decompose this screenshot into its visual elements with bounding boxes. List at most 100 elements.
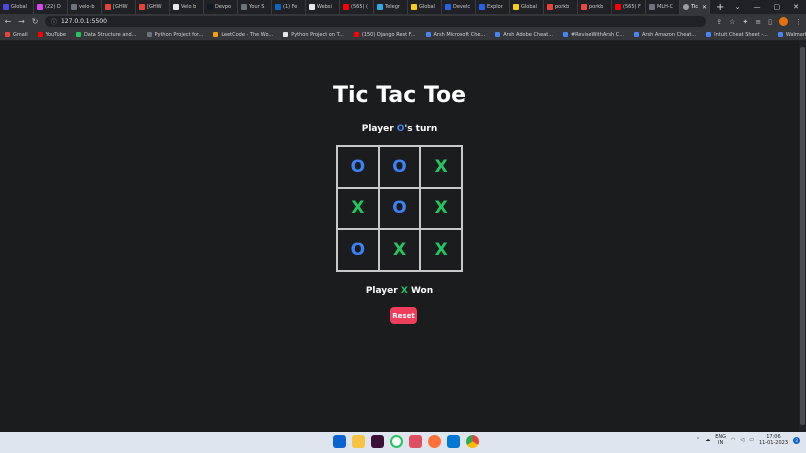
browser-tab[interactable]: Explor [476, 0, 510, 14]
browser-tab[interactable]: Websi [306, 0, 340, 14]
wifi-icon[interactable]: ◠ [731, 437, 735, 443]
tab-favicon-icon [513, 4, 519, 10]
browser-tab[interactable]: Global [510, 0, 544, 14]
bookmark-star-icon[interactable]: ☆ [729, 18, 735, 26]
scrollbar[interactable] [799, 41, 806, 432]
bookmark-item[interactable]: Arsh Microsoft Che... [425, 32, 485, 38]
tab-favicon-icon [3, 4, 9, 10]
chrome-icon[interactable] [466, 435, 479, 448]
bookmark-item[interactable]: Intuit Cheat Sheet -... [706, 32, 768, 38]
bookmark-item[interactable]: Arsh Amazon Cheat... [633, 31, 697, 38]
battery-icon[interactable]: ▭ [749, 437, 754, 443]
result-message: Player X Won [0, 286, 799, 296]
browser-tab[interactable]: MLH-C [646, 0, 680, 14]
bookmark-item[interactable]: Python Project on T... [283, 32, 344, 38]
bookmarks-bar: Gmail YouTube Data Structure and... Python … [0, 29, 806, 41]
forward-icon[interactable]: → [18, 17, 26, 26]
browser-tab[interactable]: [GHW [102, 0, 136, 14]
browser-tab[interactable]: Velo b [170, 0, 204, 14]
minimize-button[interactable]: — [754, 3, 761, 11]
bookmark-item[interactable]: Python Project for... [146, 32, 203, 38]
scrollbar-thumb[interactable] [800, 47, 805, 425]
board-cell[interactable]: X [420, 187, 462, 230]
browser-tab[interactable]: Global [0, 0, 34, 14]
onedrive-icon[interactable]: ☁ [705, 437, 710, 443]
browser-tab[interactable]: Global [408, 0, 442, 14]
tab-label: (1) Fe [283, 4, 298, 10]
bookmark-label: Arsh Amazon Cheat... [641, 31, 697, 38]
board-cell[interactable]: O [378, 146, 421, 188]
bookmark-item[interactable]: LeetCode - The Wo... [213, 32, 273, 38]
result-prefix: Player [365, 286, 401, 296]
reload-icon[interactable]: ↻ [31, 17, 39, 26]
tab-label: Telegr [385, 4, 400, 10]
browser-tab[interactable]: Devpo [204, 0, 238, 14]
tray-chevron-icon[interactable]: ⌃ [696, 437, 700, 443]
start-icon[interactable] [333, 435, 346, 448]
board-cell[interactable]: X [337, 187, 379, 230]
tab-close-icon[interactable]: ✕ [702, 4, 707, 11]
browser-tab[interactable]: velo-b [68, 0, 102, 14]
maximize-button[interactable]: ▢ [774, 3, 781, 11]
board-cell[interactable]: O [337, 229, 379, 271]
bookmark-label: Python Project on T... [291, 31, 344, 38]
tab-favicon-icon [139, 4, 145, 10]
reset-button[interactable]: Reset [390, 307, 417, 324]
extensions-icon[interactable]: ✦ [742, 18, 748, 26]
tab-favicon-icon [71, 4, 77, 10]
address-bar[interactable]: ⓘ 127.0.0.1:5500 [44, 16, 707, 27]
tab-search-icon[interactable]: ⌄ [735, 3, 741, 11]
notification-badge[interactable]: 3 [793, 436, 800, 444]
browser-tab[interactable]: [GHW [136, 0, 170, 14]
bookmark-favicon-icon [146, 32, 152, 37]
bookmark-item[interactable]: Data Structure and... [75, 32, 137, 38]
close-window-button[interactable]: ✕ [793, 3, 799, 11]
reading-list-icon[interactable]: ≡ [755, 18, 761, 26]
new-tab-button[interactable]: + [710, 2, 730, 13]
board-cell[interactable]: O [337, 146, 379, 188]
bookmark-label: YouTube [45, 31, 66, 38]
board-cell[interactable]: X [420, 229, 462, 271]
volume-icon[interactable]: ◁ [740, 437, 744, 443]
browser-tab[interactable]: Develc [442, 0, 476, 14]
bookmark-favicon-icon [706, 32, 712, 37]
language-indicator[interactable]: ENG IN [715, 434, 726, 446]
browser-tab[interactable]: Your S [238, 0, 272, 14]
snipping-tool-icon[interactable] [409, 435, 422, 448]
firefox-icon[interactable] [428, 435, 441, 448]
terminal-icon[interactable] [371, 435, 384, 448]
bookmark-item[interactable]: #ReviseWithArsh C... [562, 32, 624, 38]
info-icon[interactable]: ⓘ [51, 17, 57, 26]
browser-tab[interactable]: (565) ( [340, 0, 374, 14]
vscode-icon[interactable] [447, 435, 460, 448]
menu-icon[interactable]: ⋮ [795, 18, 802, 26]
browser-tab[interactable]: porkb [544, 0, 578, 14]
share-icon[interactable]: ⇪ [716, 18, 722, 26]
tab-label: (22) D [45, 4, 61, 10]
game-title: Tic Tac Toe [332, 83, 467, 108]
board-cell[interactable]: X [378, 229, 421, 271]
bookmark-item[interactable]: (150) Django Rest F... [353, 32, 416, 38]
tab-label: [GHW [113, 4, 128, 10]
bookmark-item[interactable]: Gmail [5, 32, 28, 38]
tab-label: Your S [249, 4, 265, 10]
browser-tab[interactable]: porkb [578, 0, 612, 14]
bookmark-item[interactable]: YouTube [37, 31, 66, 38]
browser-tab[interactable]: (1) Fe [272, 0, 306, 14]
address-text: 127.0.0.1:5500 [60, 18, 107, 25]
browser-tab[interactable]: (565) F [612, 0, 646, 14]
tab-favicon-icon [683, 4, 689, 10]
side-panel-icon[interactable]: ▯ [768, 18, 772, 26]
board-cell[interactable]: X [420, 146, 462, 188]
browser-tab-active[interactable]: Tic ✕ [680, 0, 710, 14]
xbox-icon[interactable] [390, 435, 403, 448]
bookmark-item[interactable]: Walmart Cheat She... [777, 32, 806, 38]
browser-tab[interactable]: Telegr [374, 0, 408, 14]
back-icon[interactable]: ← [4, 17, 12, 26]
bookmark-item[interactable]: Arsh Adobe Cheat... [495, 32, 553, 38]
board-cell[interactable]: O [378, 187, 421, 230]
profile-avatar[interactable] [778, 17, 788, 26]
file-explorer-icon[interactable] [352, 435, 365, 448]
clock[interactable]: 17:06 11-01-2023 [759, 434, 788, 446]
browser-tab[interactable]: (22) D [34, 0, 68, 14]
